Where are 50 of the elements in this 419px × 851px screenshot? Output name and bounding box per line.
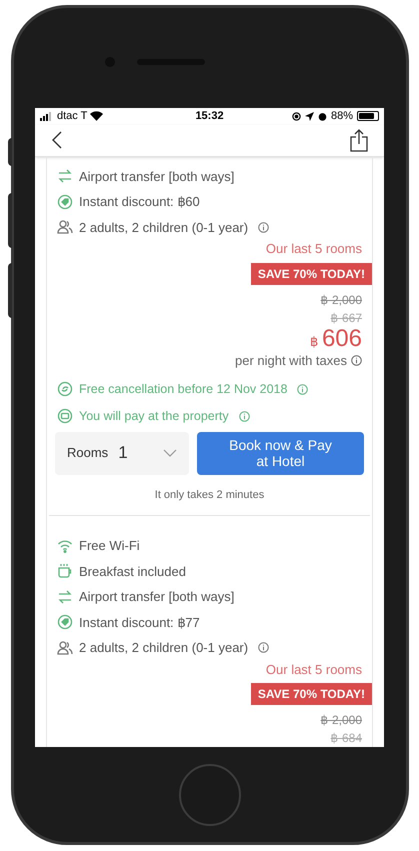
info-icon[interactable] bbox=[238, 410, 250, 422]
amenity-text: Airport transfer [both ways] bbox=[79, 168, 234, 186]
amenity-text: Airport transfer [both ways] bbox=[79, 588, 234, 606]
original-price: ฿ 2,000 bbox=[320, 292, 362, 308]
battery-percent: 88% bbox=[330, 109, 354, 124]
policy-text: Free cancellation before 12 Nov 2018 bbox=[79, 381, 288, 398]
price: 606 bbox=[322, 326, 362, 350]
arrows-icon bbox=[57, 168, 73, 184]
info-icon[interactable] bbox=[351, 354, 362, 366]
lock-rotation-icon bbox=[292, 112, 301, 121]
people-icon bbox=[57, 219, 73, 236]
carrier-name: dtac T bbox=[57, 109, 88, 124]
amenity-text: Breakfast included bbox=[79, 562, 186, 580]
info-icon[interactable] bbox=[258, 642, 270, 654]
chevron-down-icon bbox=[163, 449, 177, 457]
wifi-icon bbox=[90, 111, 104, 122]
rooms-dropdown[interactable]: Rooms 1 bbox=[55, 432, 189, 474]
share-icon[interactable] bbox=[350, 128, 368, 152]
crossed-price: ฿ 667 bbox=[330, 310, 362, 326]
book-button[interactable]: Book now & Pay at Hotel bbox=[197, 432, 364, 474]
amenity-text: Instant discount: ฿77 bbox=[79, 614, 200, 632]
note-text: It only takes 2 minutes bbox=[154, 488, 264, 502]
crossed-price: ฿ 684 bbox=[330, 730, 362, 747]
people-icon bbox=[57, 640, 73, 656]
price-note: per night with taxes bbox=[234, 352, 347, 370]
discount-badge: SAVE 70% TODAY! bbox=[250, 262, 372, 284]
amenity-text: Free Wi-Fi bbox=[79, 537, 140, 555]
amenity-text: 2 adults, 2 children (0-1 year) bbox=[79, 639, 248, 657]
currency-symbol: ฿ bbox=[310, 334, 318, 348]
tag-icon bbox=[57, 614, 73, 630]
battery-icon bbox=[357, 111, 380, 122]
wifi-icon bbox=[57, 538, 73, 554]
urgency-text: Our last 5 rooms bbox=[266, 660, 362, 678]
arrows-icon bbox=[57, 588, 73, 605]
clock-time: 15:32 bbox=[195, 109, 224, 124]
original-price: ฿ 2,000 bbox=[320, 712, 362, 729]
info-icon[interactable] bbox=[297, 384, 308, 395]
cup-icon bbox=[57, 563, 73, 580]
back-icon[interactable] bbox=[51, 131, 62, 149]
refresh-icon bbox=[57, 381, 73, 398]
wallet-icon bbox=[57, 408, 73, 424]
location-icon bbox=[304, 112, 314, 121]
signal-icon bbox=[40, 112, 54, 121]
tag-icon bbox=[57, 194, 73, 210]
info-icon[interactable] bbox=[258, 222, 270, 233]
amenity-text: 2 adults, 2 children (0-1 year) bbox=[79, 218, 248, 237]
amenity-text: Instant discount: ฿60 bbox=[79, 193, 200, 211]
discount-badge: SAVE 70% TODAY! bbox=[250, 683, 372, 705]
urgency-text: Our last 5 rooms bbox=[266, 240, 362, 258]
policy-text: You will pay at the property bbox=[79, 408, 229, 425]
